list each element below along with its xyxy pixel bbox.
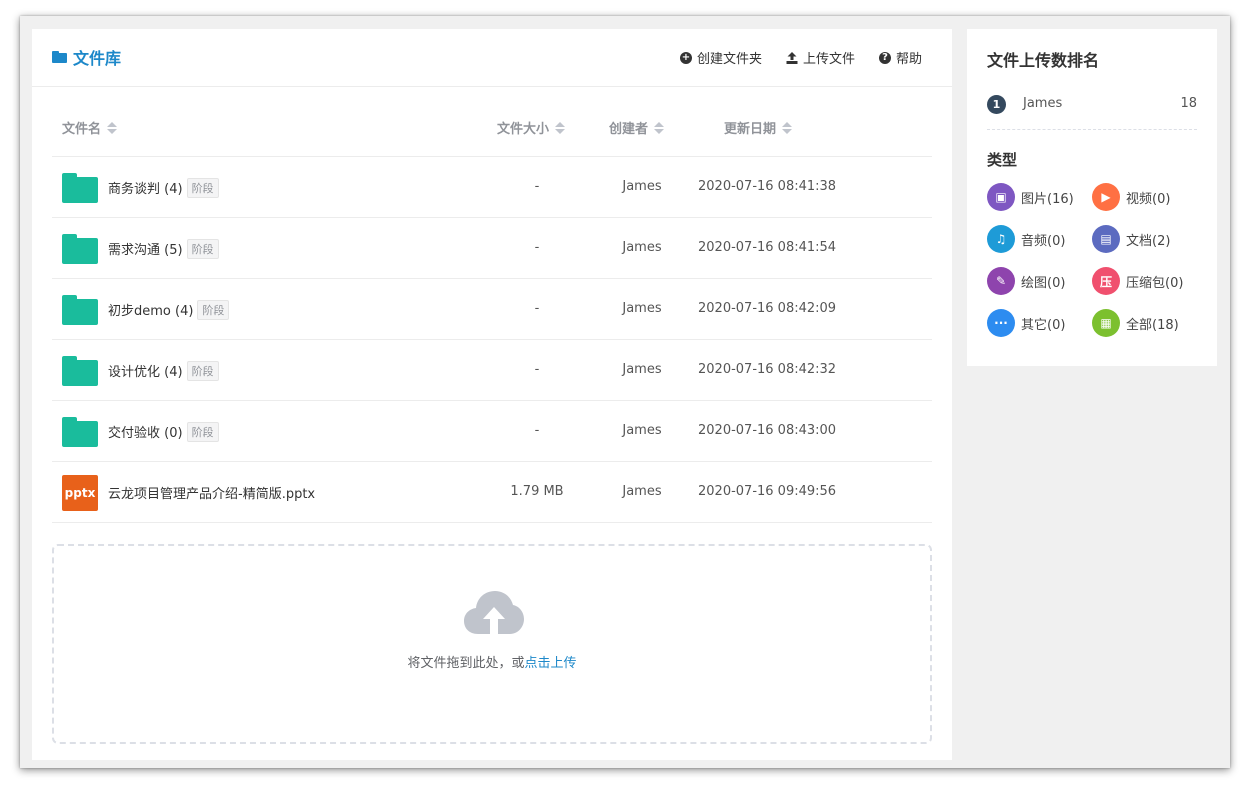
sort-icon xyxy=(782,121,793,134)
folder-icon xyxy=(62,294,98,325)
file-name[interactable]: 需求沟通 (5) xyxy=(108,239,183,258)
header-file-name[interactable]: 文件名 xyxy=(62,118,118,137)
plus-circle-icon: + xyxy=(679,51,692,64)
music-icon: ♫ xyxy=(987,225,1015,253)
drawing-icon: ✎ xyxy=(987,267,1015,295)
type-filter-all[interactable]: ▦ 全部(18) xyxy=(1092,309,1197,337)
table-row[interactable]: 初步demo (4) 阶段 - James 2020-07-16 08:42:0… xyxy=(52,279,932,340)
file-name[interactable]: 云龙项目管理产品介绍-精简版.pptx xyxy=(108,483,315,502)
ranking-title: 文件上传数排名 xyxy=(987,51,1100,70)
file-name-cell: pptx 云龙项目管理产品介绍-精简版.pptx xyxy=(62,462,315,523)
cloud-upload-icon xyxy=(464,591,524,634)
upload-file-button[interactable]: 上传文件 xyxy=(786,48,855,67)
file-name-cell: 设计优化 (4) 阶段 xyxy=(62,340,219,401)
question-circle-icon: ? xyxy=(878,51,891,64)
file-name[interactable]: 交付验收 (0) xyxy=(108,422,183,441)
table-row[interactable]: 交付验收 (0) 阶段 - James 2020-07-16 08:43:00 xyxy=(52,401,932,462)
file-table: 文件名 文件大小 创建者 更新日期 商务谈判 (4) 阶段 - James 20… xyxy=(52,87,932,523)
sort-icon xyxy=(555,121,566,134)
file-size: - xyxy=(534,423,540,438)
types-title: 类型 xyxy=(987,151,1018,169)
type-filter-video[interactable]: ▶ 视频(0) xyxy=(1092,183,1197,211)
file-creator: James xyxy=(622,362,662,377)
file-size: - xyxy=(534,240,540,255)
create-folder-button[interactable]: + 创建文件夹 xyxy=(679,48,762,67)
file-date: 2020-07-16 08:43:00 xyxy=(698,423,837,438)
rank-number: 1 xyxy=(987,95,1006,114)
ranking-item: 1 James 18 xyxy=(987,93,1197,130)
header-update-date[interactable]: 更新日期 xyxy=(724,118,793,137)
type-filter-drawing[interactable]: ✎ 绘图(0) xyxy=(987,267,1092,295)
library-header: 文件库 + 创建文件夹 上传文件 ? 帮助 xyxy=(32,29,952,87)
table-header: 文件名 文件大小 创建者 更新日期 xyxy=(52,87,932,157)
file-size: - xyxy=(534,301,540,316)
type-filter-archive[interactable]: 压 压缩包(0) xyxy=(1092,267,1197,295)
table-row[interactable]: 设计优化 (4) 阶段 - James 2020-07-16 08:42:32 xyxy=(52,340,932,401)
library-title: 文件库 xyxy=(52,45,121,69)
upload-dropzone[interactable]: 将文件拖到此处，或点击上传 xyxy=(52,544,932,744)
header-creator[interactable]: 创建者 xyxy=(609,118,665,137)
file-date: 2020-07-16 08:41:38 xyxy=(698,179,837,194)
rank-upload-count: 18 xyxy=(1180,96,1197,111)
pptx-file-icon: pptx xyxy=(62,474,98,511)
file-date: 2020-07-16 09:49:56 xyxy=(698,484,837,499)
file-name-cell: 商务谈判 (4) 阶段 xyxy=(62,157,219,218)
folder-icon xyxy=(62,416,98,447)
file-library-panel: 文件库 + 创建文件夹 上传文件 ? 帮助 文件名 文件大小 创建者 更新日期 … xyxy=(32,29,952,760)
file-date: 2020-07-16 08:42:32 xyxy=(698,362,837,377)
upload-ranking-panel: 文件上传数排名 1 James 18 类型 ▣ 图片(16) ▶ 视频(0) ♫… xyxy=(967,29,1217,366)
file-date: 2020-07-16 08:41:54 xyxy=(698,240,837,255)
folder-icon xyxy=(52,51,67,63)
stage-badge: 阶段 xyxy=(186,421,219,442)
type-filter-other[interactable]: ··· 其它(0) xyxy=(987,309,1092,337)
upload-icon xyxy=(786,51,798,64)
grid-icon: ▦ xyxy=(1092,309,1120,337)
video-icon: ▶ xyxy=(1092,183,1120,211)
type-filter-grid: ▣ 图片(16) ▶ 视频(0) ♫ 音频(0) ▤ 文档(2) ✎ 绘图(0)… xyxy=(987,183,1207,337)
header-file-size[interactable]: 文件大小 xyxy=(497,118,566,137)
type-filter-document[interactable]: ▤ 文档(2) xyxy=(1092,225,1197,253)
file-name[interactable]: 设计优化 (4) xyxy=(108,361,183,380)
file-name[interactable]: 初步demo (4) xyxy=(108,300,193,319)
sort-icon xyxy=(107,121,118,134)
file-name-cell: 需求沟通 (5) 阶段 xyxy=(62,218,219,279)
stage-badge: 阶段 xyxy=(186,360,219,381)
rank-user-name: James xyxy=(1023,96,1063,111)
folder-icon xyxy=(62,172,98,203)
image-icon: ▣ xyxy=(987,183,1015,211)
library-title-text: 文件库 xyxy=(73,49,122,68)
file-size: - xyxy=(534,179,540,194)
file-creator: James xyxy=(622,240,662,255)
file-date: 2020-07-16 08:42:09 xyxy=(698,301,837,316)
stage-badge: 阶段 xyxy=(197,299,230,320)
file-name-cell: 初步demo (4) 阶段 xyxy=(62,279,230,340)
more-icon: ··· xyxy=(987,309,1015,337)
table-row[interactable]: 需求沟通 (5) 阶段 - James 2020-07-16 08:41:54 xyxy=(52,218,932,279)
type-filter-image[interactable]: ▣ 图片(16) xyxy=(987,183,1092,211)
click-upload-link[interactable]: 点击上传 xyxy=(525,656,577,671)
file-creator: James xyxy=(622,423,662,438)
file-creator: James xyxy=(622,484,662,499)
library-actions: + 创建文件夹 上传文件 ? 帮助 xyxy=(679,48,922,67)
folder-icon xyxy=(62,233,98,264)
file-creator: James xyxy=(622,179,662,194)
type-filter-audio[interactable]: ♫ 音频(0) xyxy=(987,225,1092,253)
document-icon: ▤ xyxy=(1092,225,1120,253)
table-row[interactable]: 商务谈判 (4) 阶段 - James 2020-07-16 08:41:38 xyxy=(52,157,932,218)
file-size: 1.79 MB xyxy=(510,484,564,499)
folder-icon xyxy=(62,355,98,386)
stage-badge: 阶段 xyxy=(186,177,219,198)
file-size: - xyxy=(534,362,540,377)
stage-badge: 阶段 xyxy=(186,238,219,259)
file-name-cell: 交付验收 (0) 阶段 xyxy=(62,401,219,462)
help-button[interactable]: ? 帮助 xyxy=(878,48,922,67)
app-frame: 文件库 + 创建文件夹 上传文件 ? 帮助 文件名 文件大小 创建者 更新日期 … xyxy=(20,16,1230,768)
file-creator: James xyxy=(622,301,662,316)
dropzone-hint: 将文件拖到此处，或点击上传 xyxy=(407,656,577,671)
archive-icon: 压 xyxy=(1092,267,1120,295)
file-name[interactable]: 商务谈判 (4) xyxy=(108,178,183,197)
table-row[interactable]: pptx 云龙项目管理产品介绍-精简版.pptx 1.79 MB James 2… xyxy=(52,462,932,523)
sort-icon xyxy=(654,121,665,134)
